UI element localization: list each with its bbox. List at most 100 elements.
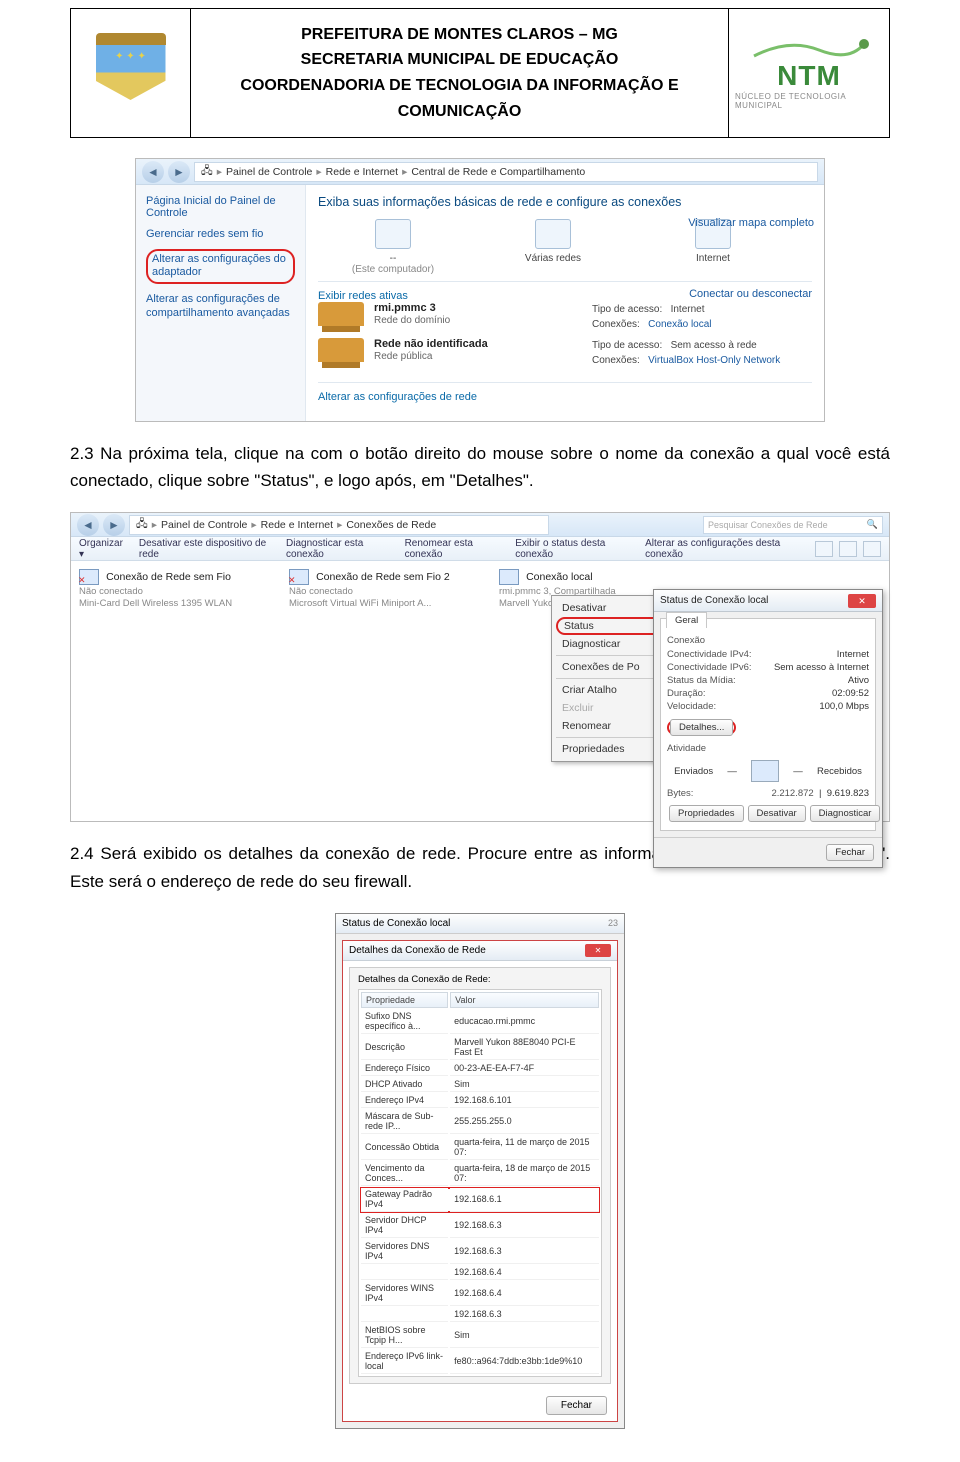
details-dialog-titlebar: Detalhes da Conexão de Rede ✕ <box>343 941 617 961</box>
close-button[interactable]: Fechar <box>546 1396 607 1415</box>
tab-general[interactable]: Geral <box>666 612 707 628</box>
connection-item[interactable]: Conexão de Rede sem Fio Não conectado Mi… <box>79 569 259 609</box>
network-meta: Tipo de acesso: Internet Conexões: Conex… <box>592 302 812 332</box>
property-cell: Sufixo DNS específico à... <box>361 1010 448 1034</box>
property-cell: Servidor DHCP IPv4 <box>361 1214 448 1238</box>
network-item-domain: rmi.pmmc 3 Rede do domínio Tipo de acess… <box>318 302 812 332</box>
network-adapter-icon <box>499 569 519 585</box>
close-icon[interactable]: ✕ <box>848 594 876 608</box>
connection-link[interactable]: Conexão local <box>648 319 711 330</box>
table-row: DescriçãoMarvell Yukon 88E8040 PCI-E Fas… <box>361 1036 599 1060</box>
crumb-2[interactable]: Rede e Internet <box>261 519 333 531</box>
value-cell: Sim <box>450 1324 599 1348</box>
sidebar-link-sharing[interactable]: Alterar as configurações de compartilham… <box>146 292 295 321</box>
properties-button[interactable]: Propriedades <box>669 805 744 822</box>
close-button[interactable]: Fechar <box>826 844 874 861</box>
table-row: Servidores WINS IPv4192.168.6.4 <box>361 1282 599 1306</box>
connection-name: Conexão local <box>526 571 593 583</box>
active-networks-title: Exibir redes ativas <box>318 290 408 302</box>
dialog-tab-panel: Geral Conexão Conectividade IPv4:Interne… <box>660 618 876 831</box>
property-cell: Máscara de Sub-rede IP... <box>361 1110 448 1134</box>
details-button[interactable]: Detalhes... <box>670 719 733 736</box>
details-dialog-title: Detalhes da Conexão de Rede <box>349 945 486 956</box>
value-cell: 192.168.6.101 <box>450 1094 599 1108</box>
crumb-1[interactable]: Painel de Controle <box>226 166 312 178</box>
details-button-highlighted: Detalhes... <box>667 720 736 735</box>
window-titlebar: ◄ ► 🖧 ▸Painel de Controle ▸Rede e Intern… <box>136 159 824 185</box>
connection-link[interactable]: VirtualBox Host-Only Network <box>648 355 780 366</box>
value-cell: 255.255.255.0 <box>450 1110 599 1134</box>
search-placeholder: Pesquisar Conexões de Rede <box>708 520 828 530</box>
dialog-title-text: Status de Conexão local <box>660 595 768 606</box>
highlight-circle: Alterar as configurações do adaptador <box>146 249 295 283</box>
table-row: Sufixo DNS específico à...educacao.rmi.p… <box>361 1010 599 1034</box>
crumb-3[interactable]: Central de Rede e Compartilhamento <box>411 166 585 178</box>
sidebar-link-adapter-settings[interactable]: Alterar as configurações do adaptador <box>146 249 295 283</box>
back-button[interactable]: ◄ <box>142 161 164 183</box>
details-table: Propriedade Valor Sufixo DNS específico … <box>358 989 602 1377</box>
toolbar: Organizar ▾ Desativar este dispositivo d… <box>71 537 889 561</box>
preview-icon[interactable] <box>839 541 857 557</box>
toolbar-diagnose[interactable]: Diagnosticar esta conexão <box>286 538 391 560</box>
crumb-1[interactable]: Painel de Controle <box>161 519 247 531</box>
network-item-unidentified: Rede não identificada Rede pública Tipo … <box>318 338 812 368</box>
crumb-2[interactable]: Rede e Internet <box>326 166 398 178</box>
network-adapter-icon <box>79 569 99 585</box>
help-icon[interactable] <box>863 541 881 557</box>
header-line-1: PREFEITURA DE MONTES CLAROS – MG <box>301 22 618 48</box>
network-meta: Tipo de acesso: Sem acesso à rede Conexõ… <box>592 338 812 368</box>
document-title-block: PREFEITURA DE MONTES CLAROS – MG SECRETA… <box>191 9 729 137</box>
value-cell: 192.168.6.3 <box>450 1214 599 1238</box>
disable-button[interactable]: Desativar <box>748 805 806 822</box>
network-name: rmi.pmmc 3 <box>374 302 436 314</box>
breadcrumb[interactable]: 🖧 ▸Painel de Controle ▸Rede e Internet ▸… <box>129 515 549 535</box>
municipal-shield-logo <box>71 9 191 137</box>
back-button[interactable]: ◄ <box>77 514 99 536</box>
value-cell: Sim <box>450 1078 599 1092</box>
forward-button[interactable]: ► <box>168 161 190 183</box>
multiple-networks-icon-block: Várias redes <box>508 219 598 264</box>
network-adapter-icon <box>289 569 309 585</box>
toolbar-change[interactable]: Alterar as configurações desta conexão <box>645 538 801 560</box>
toolbar-organize[interactable]: Organizar ▾ <box>79 538 125 560</box>
body-paragraph-2-3: 2.3 Na próxima tela, clique na com o bot… <box>70 440 890 494</box>
header-line-4: COMUNICAÇÃO <box>398 99 522 125</box>
table-row: Servidores DNS IPv4192.168.6.3 <box>361 1240 599 1264</box>
toolbar-disable[interactable]: Desativar este dispositivo de rede <box>139 538 272 560</box>
property-cell: Concessão Obtida <box>361 1136 448 1160</box>
diagnose-button[interactable]: Diagnosticar <box>810 805 881 822</box>
crumb-3[interactable]: Conexões de Rede <box>346 519 436 531</box>
table-row: Máscara de Sub-rede IP...255.255.255.0 <box>361 1110 599 1134</box>
property-cell <box>361 1266 448 1280</box>
details-caption: Detalhes da Conexão de Rede: <box>358 974 602 985</box>
header-line-2: SECRETARIA MUNICIPAL DE EDUCAÇÃO <box>301 47 619 73</box>
network-type: Rede pública <box>374 351 432 362</box>
value-cell: Marvell Yukon 88E8040 PCI-E Fast Et <box>450 1036 599 1060</box>
close-icon[interactable]: ✕ <box>585 944 611 957</box>
icon-label: -- <box>390 253 397 264</box>
search-input[interactable]: Pesquisar Conexões de Rede 🔍 <box>703 516 883 534</box>
sidebar-heading[interactable]: Página Inicial do Painel de Controle <box>146 195 295 219</box>
table-row: Gateway Padrão IPv4192.168.6.1 <box>361 1188 599 1212</box>
breadcrumb[interactable]: 🖧 ▸Painel de Controle ▸Rede e Internet ▸… <box>194 162 818 182</box>
ctx-status-highlighted[interactable]: Status <box>556 617 666 635</box>
toolbar-rename[interactable]: Renomear esta conexão <box>405 538 502 560</box>
property-cell: Vencimento da Conces... <box>361 1162 448 1186</box>
screenshot-connection-details: Status de Conexão local 23 Detalhes da C… <box>335 913 625 1429</box>
sidebar-link-wifi[interactable]: Gerenciar redes sem fio <box>146 227 295 241</box>
change-settings-title: Alterar as configurações de rede <box>318 391 477 403</box>
connect-disconnect-link[interactable]: Conectar ou desconectar <box>689 288 812 300</box>
view-full-map-link[interactable]: Visualizar mapa completo <box>688 217 814 229</box>
network-name: Rede não identificada <box>374 338 488 350</box>
main-panel: Exiba suas informações básicas de rede e… <box>306 185 824 421</box>
connection-status-dialog: Status de Conexão local ✕ Geral Conexão … <box>653 589 883 868</box>
paragraph-text: 2.3 Na próxima tela, clique na com o bot… <box>70 440 890 494</box>
connection-item[interactable]: Conexão de Rede sem Fio 2 Não conectado … <box>289 569 469 609</box>
view-icon[interactable] <box>815 541 833 557</box>
property-cell: DHCP Ativado <box>361 1078 448 1092</box>
main-title: Exiba suas informações básicas de rede e… <box>318 195 812 209</box>
toolbar-status[interactable]: Exibir o status desta conexão <box>515 538 631 560</box>
outer-dialog-titlebar: Status de Conexão local 23 <box>336 914 624 934</box>
forward-button[interactable]: ► <box>103 514 125 536</box>
badge: 23 <box>608 918 618 928</box>
